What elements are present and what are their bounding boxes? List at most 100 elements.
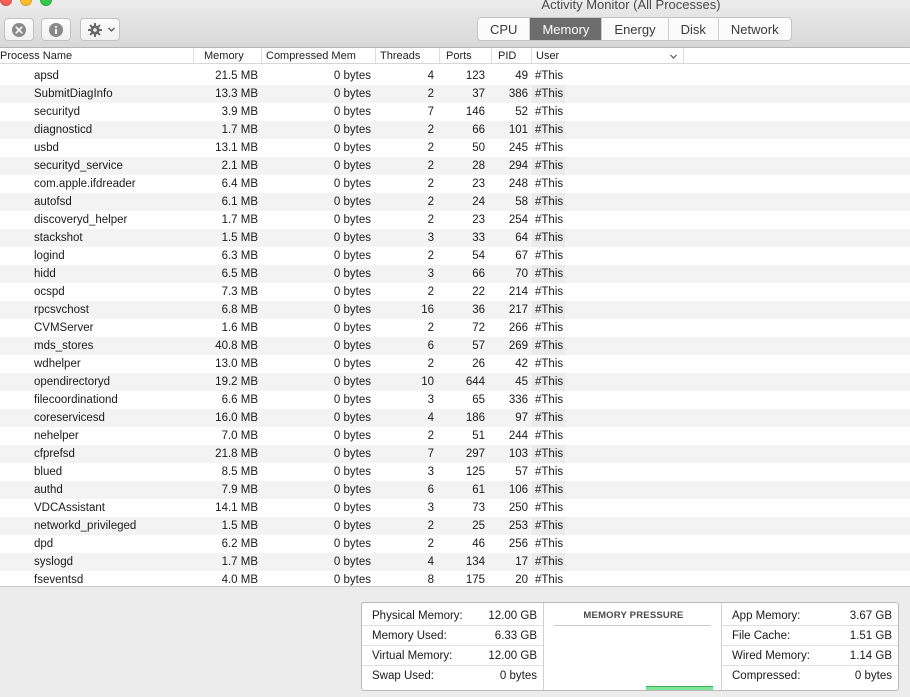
threads-cell: 16 [421, 304, 434, 316]
user-cell: #This [535, 286, 564, 298]
table-row[interactable]: diagnosticd 1.7 MB 0 bytes 2 66 101 #This [0, 121, 910, 139]
memory-cell: 1.5 MB [221, 232, 258, 244]
table-row[interactable]: com.apple.ifdreader 6.4 MB 0 bytes 2 23 248 #T… [0, 175, 910, 193]
table-row[interactable]: ocspd 7.3 MB 0 bytes 2 22 214 #This [0, 283, 910, 301]
table-row[interactable]: authd 7.9 MB 0 bytes 6 61 106 #This [0, 481, 910, 499]
process-name-cell: securityd_service [34, 160, 123, 172]
actions-menu-button[interactable] [80, 18, 120, 41]
table-body: apsd 21.5 MB 0 bytes 4 123 49 #This SubmitDiagI… [0, 67, 910, 586]
table-row[interactable]: autofsd 6.1 MB 0 bytes 2 24 58 #This [0, 193, 910, 211]
memory-pressure-graph [554, 632, 713, 690]
pid-cell: 253 [508, 520, 528, 532]
table-row[interactable]: cfprefsd 21.8 MB 0 bytes 7 297 103 #This [0, 445, 910, 463]
memory-cell: 19.2 MB [215, 376, 258, 388]
table-row[interactable]: logind 6.3 MB 0 bytes 2 54 67 #This [0, 247, 910, 265]
process-name-cell: logind [34, 250, 65, 262]
column-header-pid[interactable]: PID [494, 48, 532, 64]
compressed-mem-cell: 0 bytes [333, 322, 371, 334]
table-row[interactable]: securityd 3.9 MB 0 bytes 7 146 52 #This [0, 103, 910, 121]
tab-disk[interactable]: Disk [669, 18, 719, 40]
pid-cell: 386 [508, 88, 528, 100]
compressed-mem-cell: 0 bytes [333, 250, 371, 262]
table-row[interactable]: opendirectoryd 19.2 MB 0 bytes 10 644 45 #This [0, 373, 910, 391]
table-row[interactable]: usbd 13.1 MB 0 bytes 2 50 245 #This [0, 139, 910, 157]
memory-cell: 1.7 MB [221, 214, 258, 226]
pid-cell: 294 [508, 160, 528, 172]
quit-process-button[interactable] [4, 18, 34, 41]
pid-cell: 57 [515, 466, 528, 478]
user-cell: #This [535, 106, 564, 118]
user-cell: #This [535, 538, 564, 550]
threads-cell: 4 [427, 556, 434, 568]
threads-cell: 7 [427, 448, 434, 460]
memory-cell: 4.0 MB [221, 574, 258, 586]
table-row[interactable]: discoveryd_helper 1.7 MB 0 bytes 2 23 254 #Thi… [0, 211, 910, 229]
table-row[interactable]: networkd_privileged 1.5 MB 0 bytes 2 25 253 #T… [0, 517, 910, 535]
memory-stats-right: App Memory: 3.67 GB File Cache: 1.51 GB Wire… [722, 606, 898, 686]
table-row[interactable]: securityd_service 2.1 MB 0 bytes 2 28 294 #Thi… [0, 157, 910, 175]
table-row[interactable]: mds_stores 40.8 MB 0 bytes 6 57 269 #This [0, 337, 910, 355]
tab-network[interactable]: Network [719, 18, 791, 40]
process-name-cell: blued [34, 466, 63, 478]
table-row[interactable]: coreservicesd 16.0 MB 0 bytes 4 186 97 #This [0, 409, 910, 427]
table-row[interactable]: dpd 6.2 MB 0 bytes 2 46 256 #This [0, 535, 910, 553]
column-header-compressed-mem[interactable]: Compressed Mem [262, 48, 376, 64]
memory-cell: 16.0 MB [215, 412, 258, 424]
memory-cell: 7.0 MB [221, 430, 258, 442]
window-title: Activity Monitor (All Processes) [541, 0, 721, 12]
threads-cell: 6 [427, 484, 434, 496]
table-row[interactable]: CVMServer 1.6 MB 0 bytes 2 72 266 #This [0, 319, 910, 337]
column-header-process-name[interactable]: Process Name [0, 48, 194, 64]
table-row[interactable]: wdhelper 13.0 MB 0 bytes 2 26 42 #This [0, 355, 910, 373]
user-cell: #This [535, 430, 564, 442]
pid-cell: 250 [508, 502, 528, 514]
ports-cell: 65 [472, 394, 485, 406]
user-cell: #This [535, 484, 564, 496]
ports-cell: 28 [472, 160, 485, 172]
process-name-cell: securityd [34, 106, 81, 118]
ports-cell: 57 [472, 340, 485, 352]
compressed-mem-cell: 0 bytes [333, 106, 371, 118]
compressed-mem-cell: 0 bytes [333, 430, 371, 442]
column-header-threads[interactable]: Threads [376, 48, 440, 64]
memory-stat-row: App Memory: 3.67 GB [722, 606, 898, 626]
memory-cell: 2.1 MB [221, 160, 258, 172]
memory-stat-row: Wired Memory: 1.14 GB [722, 646, 898, 666]
memory-stat-row: Memory Used: 6.33 GB [362, 626, 543, 646]
table-row[interactable]: hidd 6.5 MB 0 bytes 3 66 70 #This [0, 265, 910, 283]
compressed-mem-cell: 0 bytes [333, 520, 371, 532]
table-row[interactable]: filecoordinationd 6.6 MB 0 bytes 3 65 336 #Thi… [0, 391, 910, 409]
memory-stat-label: Virtual Memory: [372, 650, 453, 662]
tab-energy[interactable]: Energy [602, 18, 669, 40]
compressed-mem-cell: 0 bytes [333, 178, 371, 190]
tab-cpu[interactable]: CPU [478, 18, 531, 40]
memory-stat-row: Swap Used: 0 bytes [362, 666, 543, 686]
memory-stat-label: Compressed: [732, 670, 801, 682]
table-row[interactable]: syslogd 1.7 MB 0 bytes 4 134 17 #This [0, 553, 910, 571]
tab-memory[interactable]: Memory [530, 18, 603, 40]
table-row[interactable]: apsd 21.5 MB 0 bytes 4 123 49 #This [0, 67, 910, 85]
table-row[interactable]: fseventsd 4.0 MB 0 bytes 8 175 20 #This [0, 571, 910, 586]
threads-cell: 3 [427, 394, 434, 406]
memory-stat-row: Virtual Memory: 12.00 GB [362, 646, 543, 666]
column-header-ports[interactable]: Ports [442, 48, 492, 64]
compressed-mem-cell: 0 bytes [333, 124, 371, 136]
table-row[interactable]: rpcsvchost 6.8 MB 0 bytes 16 36 217 #This [0, 301, 910, 319]
memory-stat-row: File Cache: 1.51 GB [722, 626, 898, 646]
column-header-user[interactable]: User [532, 48, 684, 64]
table-row[interactable]: stackshot 1.5 MB 0 bytes 3 33 64 #This [0, 229, 910, 247]
table-row[interactable]: SubmitDiagInfo 13.3 MB 0 bytes 2 37 386 #This [0, 85, 910, 103]
table-row[interactable]: VDCAssistant 14.1 MB 0 bytes 3 73 250 #This [0, 499, 910, 517]
column-header-memory[interactable]: Memory [200, 48, 262, 64]
memory-stat-value: 0 bytes [854, 670, 892, 682]
inspect-process-button[interactable] [41, 18, 71, 41]
memory-stat-label: App Memory: [732, 610, 801, 622]
ports-cell: 26 [472, 358, 485, 370]
table-header: Process Name Memory Compressed Mem Threa… [0, 48, 910, 64]
table-row[interactable]: blued 8.5 MB 0 bytes 3 125 57 #This [0, 463, 910, 481]
threads-cell: 3 [427, 466, 434, 478]
process-name-cell: discoveryd_helper [34, 214, 128, 226]
compressed-mem-cell: 0 bytes [333, 358, 371, 370]
table-row[interactable]: nehelper 7.0 MB 0 bytes 2 51 244 #This [0, 427, 910, 445]
memory-cell: 6.8 MB [221, 304, 258, 316]
